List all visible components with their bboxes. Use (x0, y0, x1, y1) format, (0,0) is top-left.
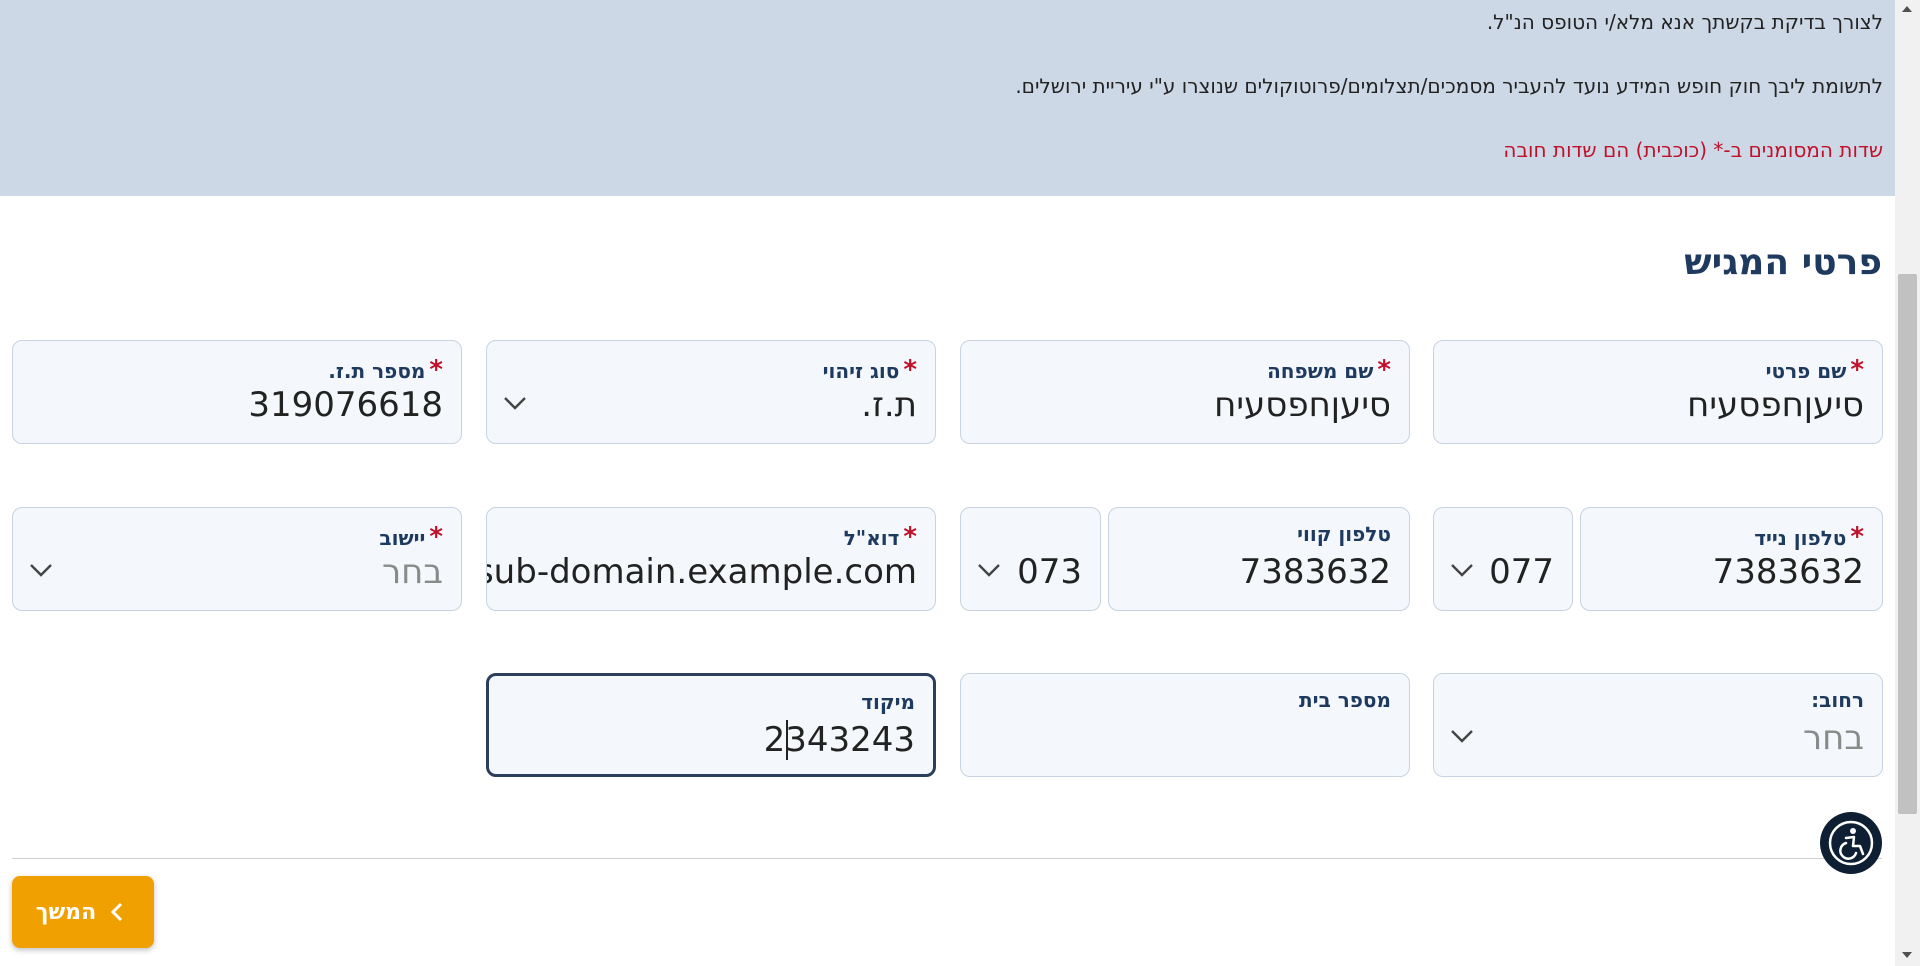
continue-label: המשך (35, 899, 97, 925)
street-placeholder: בחר (1802, 718, 1864, 758)
zip-label: מיקוד (861, 690, 915, 714)
text-caret (786, 720, 788, 760)
scroll-down-arrow-icon[interactable] (1902, 952, 1912, 958)
email-value: @sub-domain.example.com (486, 552, 917, 592)
landline-phone-label: טלפון קווי (1297, 522, 1391, 546)
continue-button[interactable]: המשך (12, 876, 154, 948)
id-type-label: *סוג זיהוי (822, 355, 917, 385)
house-number-label: מספר בית (1299, 688, 1391, 712)
landline-prefix-select[interactable]: 073 (960, 507, 1101, 611)
chevron-down-icon (1451, 730, 1473, 743)
zip-field[interactable]: מיקוד 2343243 (486, 673, 936, 777)
last-name-field[interactable]: *שם משפחה סיעןחפסעיח (960, 340, 1410, 444)
accessibility-button[interactable] (1820, 812, 1882, 874)
page-scrollbar[interactable] (1895, 0, 1920, 966)
required-mark: * (903, 522, 917, 552)
required-fields-note: שדות המסומנים ב-* (כוכבית) הם שדות חובה (1503, 138, 1883, 162)
chevron-down-icon (30, 564, 52, 577)
id-number-field[interactable]: *מספר ת.ז. 319076618 (12, 340, 462, 444)
street-label: רחוב: (1811, 688, 1864, 712)
required-mark: * (1850, 355, 1864, 385)
id-type-value: ת.ז. (861, 385, 917, 425)
mobile-phone-label: *טלפון נייד (1754, 522, 1864, 552)
scroll-up-arrow-icon[interactable] (1902, 6, 1912, 12)
id-number-value: 319076618 (248, 385, 443, 425)
mobile-prefix-select[interactable]: 077 (1433, 507, 1573, 611)
section-title: פרטי המגיש (1684, 242, 1882, 283)
landline-prefix-value: 073 (1017, 552, 1082, 592)
required-mark: * (903, 355, 917, 385)
required-mark: * (429, 355, 443, 385)
mobile-phone-field[interactable]: *טלפון נייד 7383632 (1580, 507, 1883, 611)
banner-line-2: לתשומת ליבך חוק חופש המידע נועד להעביר מ… (1015, 74, 1883, 98)
info-banner: לצורך בדיקת בקשתך אנא מלא/י הטופס הנ"ל. … (0, 0, 1895, 196)
house-number-field[interactable]: מספר בית (960, 673, 1410, 777)
first-name-label: *שם פרטי (1765, 355, 1864, 385)
required-mark: * (429, 522, 443, 552)
email-field[interactable]: *דוא"ל @sub-domain.example.com (486, 507, 936, 611)
email-label: *דוא"ל (843, 522, 917, 552)
city-label: *יישוב (379, 522, 443, 552)
landline-phone-value: 7383632 (1239, 552, 1391, 592)
first-name-field[interactable]: *שם פרטי סיעןחפסעיח (1433, 340, 1883, 444)
chevron-left-icon (111, 902, 123, 922)
chevron-down-icon (978, 564, 1000, 577)
city-select[interactable]: *יישוב בחר (12, 507, 462, 611)
first-name-value: סיעןחפסעיח (1687, 385, 1864, 425)
form-divider (12, 858, 1882, 859)
landline-phone-field[interactable]: טלפון קווי 7383632 (1108, 507, 1410, 611)
street-select[interactable]: רחוב: בחר (1433, 673, 1883, 777)
banner-line-1: לצורך בדיקת בקשתך אנא מלא/י הטופס הנ"ל. (1486, 10, 1883, 34)
id-type-select[interactable]: *סוג זיהוי ת.ז. (486, 340, 936, 444)
scrollbar-thumb[interactable] (1898, 274, 1917, 814)
last-name-label: *שם משפחה (1267, 355, 1391, 385)
chevron-down-icon (504, 397, 526, 410)
required-mark: * (1850, 522, 1864, 552)
last-name-value: סיעןחפסעיח (1214, 385, 1391, 425)
mobile-prefix-value: 077 (1489, 552, 1554, 592)
required-mark: * (1377, 355, 1391, 385)
city-placeholder: בחר (381, 552, 443, 592)
mobile-phone-value: 7383632 (1712, 552, 1864, 592)
id-number-label: *מספר ת.ז. (328, 355, 443, 385)
accessibility-icon (1828, 820, 1874, 866)
chevron-down-icon (1451, 564, 1473, 577)
